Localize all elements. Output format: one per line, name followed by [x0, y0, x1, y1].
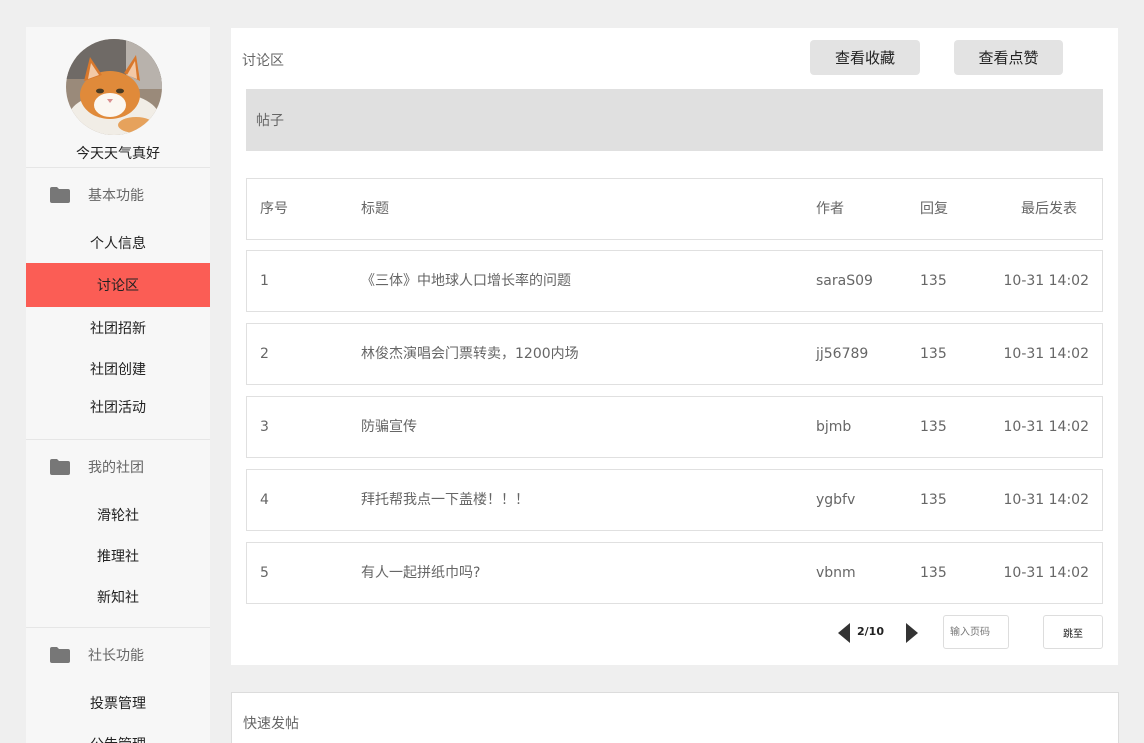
- nav-group-header-basic[interactable]: 基本功能: [26, 168, 210, 222]
- folder-icon: [50, 459, 70, 475]
- row-no: 4: [260, 492, 269, 508]
- row-author[interactable]: bjmb: [816, 397, 851, 457]
- column-header-no: 序号: [260, 201, 288, 217]
- sidebar-item-club-create[interactable]: 社团创建: [26, 348, 210, 389]
- discussion-panel: 讨论区 查看收藏 查看点赞 帖子 序号 标题 作者 回复 最后发表 1 《三体》…: [231, 28, 1118, 665]
- sidebar-item-label: 投票管理: [90, 695, 146, 712]
- sidebar-item-mystery-club[interactable]: 推理社: [26, 535, 210, 576]
- username: 今天天气真好: [76, 146, 160, 162]
- view-favorites-button[interactable]: 查看收藏: [810, 40, 920, 75]
- sidebar-item-personal-info[interactable]: 个人信息: [26, 222, 210, 263]
- row-no: 5: [260, 565, 269, 581]
- section-label: 帖子: [256, 113, 284, 129]
- profile: 今天天气真好: [26, 27, 210, 168]
- quick-post-title: 快速发帖: [243, 716, 299, 732]
- row-last-post: 10-31 14:02: [1003, 419, 1089, 435]
- column-header-last-post: 最后发表: [1021, 201, 1077, 217]
- prev-page-icon[interactable]: [838, 623, 850, 643]
- row-last-post: 10-31 14:02: [1003, 346, 1089, 362]
- quick-post-panel: 快速发帖: [231, 692, 1119, 743]
- row-author[interactable]: ygbfv: [816, 470, 855, 530]
- sidebar-item-label: 滑轮社: [97, 507, 139, 524]
- row-title[interactable]: 林俊杰演唱会门票转卖，1200内场: [361, 324, 579, 384]
- page: 今天天气真好 基本功能 个人信息 讨论区 社团招新 社团创建 社团活动 我的社团…: [0, 0, 1144, 743]
- sidebar-item-label: 新知社: [97, 589, 139, 606]
- jump-to-page-button[interactable]: 跳至: [1043, 615, 1103, 649]
- sidebar-item-label: 个人信息: [90, 235, 146, 252]
- nav-group-president: 社长功能 投票管理 公告管理: [26, 628, 210, 743]
- nav-group-my-clubs: 我的社团 滑轮社 推理社 新知社: [26, 440, 210, 628]
- page-indicator: 2/10: [857, 625, 884, 638]
- sidebar-item-label: 社团招新: [90, 320, 146, 337]
- cat-avatar-image: [66, 39, 162, 135]
- table-row[interactable]: 5 有人一起拼纸巾吗? vbnm 135 10-31 14:02: [246, 542, 1103, 604]
- sidebar-item-label: 讨论区: [97, 278, 139, 294]
- sidebar-item-knowledge-club[interactable]: 新知社: [26, 576, 210, 617]
- row-replies: 135: [920, 565, 947, 581]
- row-no: 2: [260, 346, 269, 362]
- avatar[interactable]: [66, 39, 162, 135]
- row-replies: 135: [920, 346, 947, 362]
- row-title[interactable]: 《三体》中地球人口增长率的问题: [361, 251, 571, 311]
- row-last-post: 10-31 14:02: [1003, 492, 1089, 508]
- folder-icon: [50, 187, 70, 203]
- posts-section-bar: 帖子: [246, 89, 1103, 151]
- column-header-author: 作者: [816, 201, 844, 217]
- sidebar-item-label: 推理社: [97, 548, 139, 565]
- table-header: 序号 标题 作者 回复 最后发表: [246, 178, 1103, 240]
- row-replies: 135: [920, 419, 947, 435]
- page-number-input[interactable]: [943, 615, 1009, 649]
- sidebar-item-label: 社团创建: [90, 361, 146, 378]
- row-last-post: 10-31 14:02: [1003, 273, 1089, 289]
- next-page-icon[interactable]: [906, 623, 918, 643]
- row-title[interactable]: 有人一起拼纸巾吗?: [361, 543, 480, 603]
- sidebar-item-club-recruit[interactable]: 社团招新: [26, 307, 210, 348]
- row-replies: 135: [920, 492, 947, 508]
- row-replies: 135: [920, 273, 947, 289]
- nav-group-label: 基本功能: [88, 188, 144, 204]
- nav-group-header-president[interactable]: 社长功能: [26, 628, 210, 682]
- sidebar-item-notice-manage[interactable]: 公告管理: [26, 723, 210, 743]
- page-title: 讨论区: [242, 53, 284, 69]
- row-last-post: 10-31 14:02: [1003, 565, 1089, 581]
- row-title[interactable]: 拜托帮我点一下盖楼！！！: [361, 470, 529, 530]
- nav-group-basic: 基本功能 个人信息 讨论区 社团招新 社团创建 社团活动: [26, 168, 210, 440]
- sidebar-item-label: 社团活动: [90, 400, 146, 416]
- sidebar: 今天天气真好 基本功能 个人信息 讨论区 社团招新 社团创建 社团活动 我的社团…: [26, 27, 210, 743]
- nav-group-label: 社长功能: [88, 648, 144, 664]
- table-row[interactable]: 4 拜托帮我点一下盖楼！！！ ygbfv 135 10-31 14:02: [246, 469, 1103, 531]
- row-no: 1: [260, 273, 269, 289]
- sidebar-item-skating-club[interactable]: 滑轮社: [26, 494, 210, 535]
- view-likes-button[interactable]: 查看点赞: [954, 40, 1063, 75]
- row-author[interactable]: saraS09: [816, 251, 873, 311]
- column-header-replies: 回复: [920, 201, 948, 217]
- sidebar-item-vote-manage[interactable]: 投票管理: [26, 682, 210, 723]
- column-header-title: 标题: [361, 201, 389, 217]
- table-row[interactable]: 2 林俊杰演唱会门票转卖，1200内场 jj56789 135 10-31 14…: [246, 323, 1103, 385]
- nav-group-label: 我的社团: [88, 460, 144, 476]
- nav-group-header-my-clubs[interactable]: 我的社团: [26, 440, 210, 494]
- folder-icon: [50, 647, 70, 663]
- row-author[interactable]: vbnm: [816, 543, 856, 603]
- sidebar-item-club-activity[interactable]: 社团活动: [26, 389, 210, 425]
- sidebar-item-label: 公告管理: [90, 734, 146, 743]
- row-no: 3: [260, 419, 269, 435]
- table-row[interactable]: 3 防骗宣传 bjmb 135 10-31 14:02: [246, 396, 1103, 458]
- row-title[interactable]: 防骗宣传: [361, 397, 417, 457]
- table-row[interactable]: 1 《三体》中地球人口增长率的问题 saraS09 135 10-31 14:0…: [246, 250, 1103, 312]
- row-author[interactable]: jj56789: [816, 324, 868, 384]
- sidebar-item-discussion[interactable]: 讨论区: [26, 263, 210, 307]
